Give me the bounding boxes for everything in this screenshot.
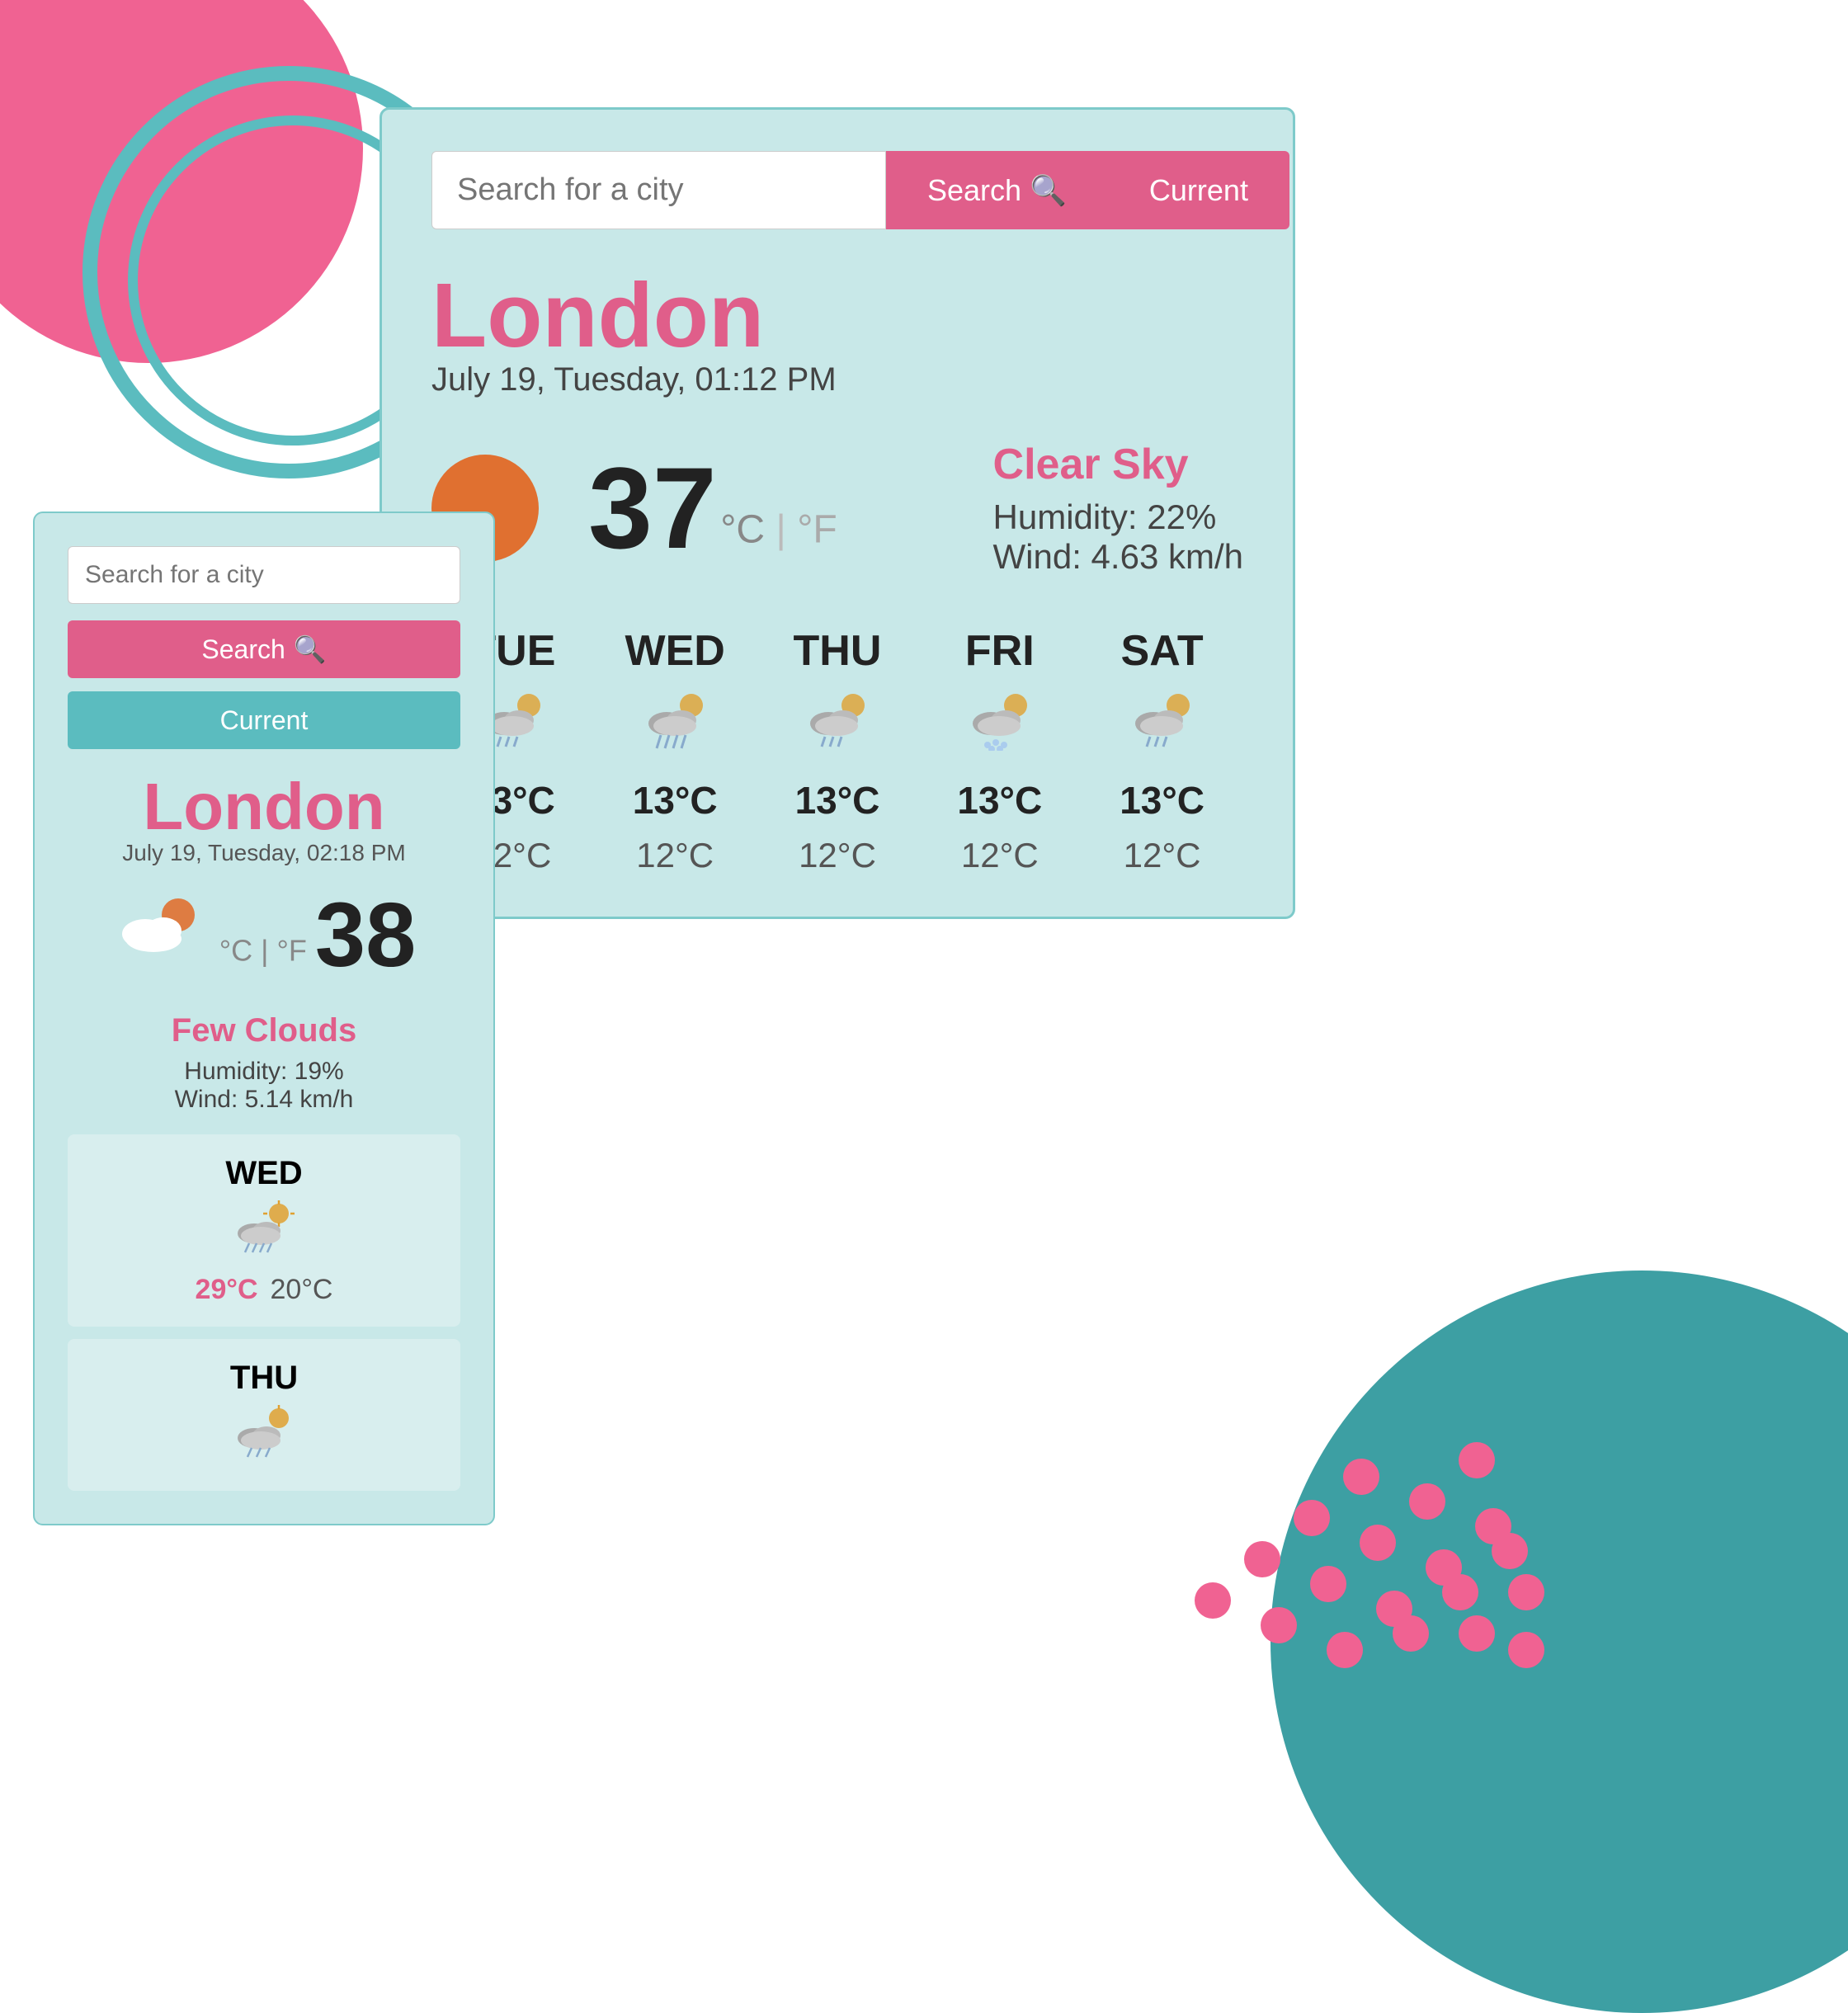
forecast-temps-wed-small: 29°C 20°C [196,1274,333,1306]
forecast-icon-wed [640,689,710,765]
temp-value-large: 37 [588,443,717,573]
city-name-small: London [68,774,460,840]
current-button-small[interactable]: Current [68,691,460,749]
condition-small: Few Clouds [68,1012,460,1049]
current-btn-label-small: Current [220,705,309,735]
city-name-large: London [431,271,1243,361]
wind-small: Wind: 5.14 km/h [68,1086,460,1114]
forecast-day-thu: THU 13°C 12°C [757,626,919,875]
forecast-icon-fri [964,689,1035,765]
date-small: July 19, Tuesday, 02:18 PM [68,840,460,866]
weather-card-large: Search 🔍 Current London July 19, Tuesday… [380,107,1295,919]
forecast-day-fri: FRI 13°C 12°C [918,626,1081,875]
search-btn-label-small: Search [201,634,285,665]
temp-area-small: °C | °F 38 [219,883,417,988]
search-button-label: Search [927,173,1021,208]
unit-fahrenheit: °F [797,508,837,552]
temperature-large: 37 °C | °F [588,450,837,566]
forecast-icon-thu [802,689,872,765]
search-input-small[interactable] [68,546,460,604]
search-row-large: Search 🔍 Current [431,151,1243,229]
search-input-large[interactable] [431,151,886,229]
cloud-sun-icon-small [112,894,203,976]
weather-info-right: Clear Sky Humidity: 22% Wind: 4.63 km/h [993,440,1243,577]
search-button-large[interactable]: Search 🔍 [886,151,1108,229]
temp-units-small: °C | °F [219,934,315,968]
forecast-card-wed-small: WED 29°C 20°C [68,1134,460,1327]
forecast-day-sat: SAT 13°C 12°C [1081,626,1243,875]
forecast-icon-sat [1127,689,1197,765]
search-icon-small: 🔍 [294,634,327,665]
unit-c-small: °C [219,934,252,968]
forecast-day-wed: WED 13°C 12°C [594,626,757,875]
weather-card-small: Search 🔍 Current London July 19, Tuesday… [33,512,495,1525]
weather-main-small: °C | °F 38 [68,883,460,988]
condition-large: Clear Sky [993,440,1243,489]
current-button-large[interactable]: Current [1108,151,1289,229]
unit-celsius: °C [720,508,765,552]
bg-dots-decoration [1147,1188,1559,1683]
forecast-row-large: TUE 13°C 12°C WED [431,626,1243,875]
current-button-label: Current [1149,173,1248,207]
unit-sep: | [776,508,797,552]
date-large: July 19, Tuesday, 01:12 PM [431,361,1243,398]
search-button-small[interactable]: Search 🔍 [68,620,460,678]
humidity-large: Humidity: 22% [993,497,1243,537]
temp-units-large: °C | °F [720,508,837,552]
unit-f-small: °F [277,934,307,968]
forecast-icon-thu-small [231,1405,297,1470]
forecast-card-thu-small: THU [68,1339,460,1491]
forecast-icon-wed-small [231,1200,297,1266]
forecast-day-thu-small: THU [230,1360,298,1397]
temp-value-small: 38 [315,884,416,986]
weather-main-row: 37 °C | °F Clear Sky Humidity: 22% Wind:… [431,440,1243,577]
humidity-small: Humidity: 19% [68,1058,460,1086]
search-icon: 🔍 [1030,173,1067,208]
forecast-day-wed-small: WED [225,1155,302,1192]
wind-large: Wind: 4.63 km/h [993,537,1243,577]
